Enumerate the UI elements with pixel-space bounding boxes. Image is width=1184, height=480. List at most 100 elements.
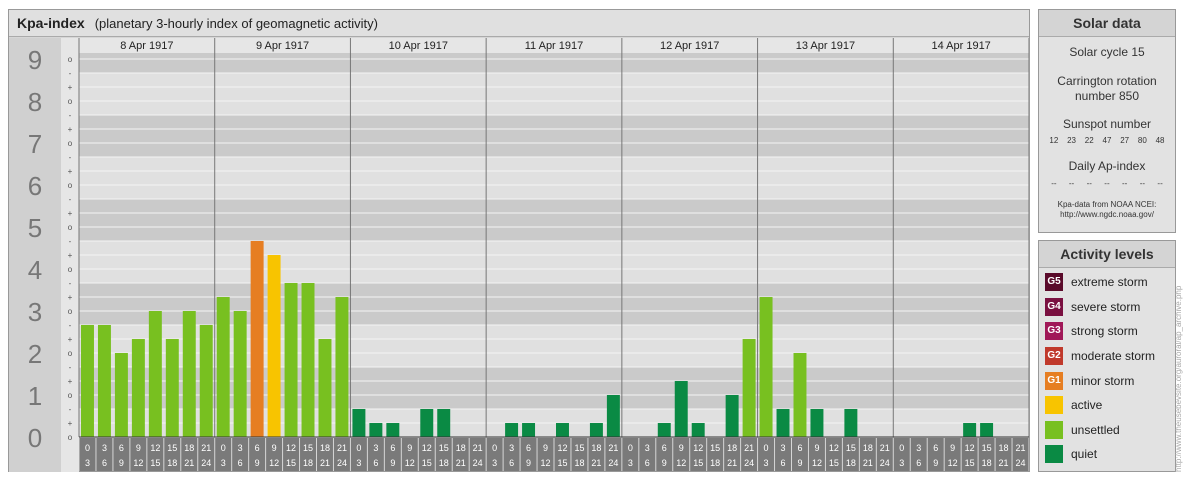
y-minor-label: + <box>68 251 73 260</box>
level-swatch: G1 <box>1045 371 1063 390</box>
kp-bar <box>963 423 977 437</box>
level-label: extreme storm <box>1071 275 1148 290</box>
kp-bar <box>386 423 400 437</box>
time-slot-end: 18 <box>846 458 856 468</box>
time-slot-start: 21 <box>608 443 618 453</box>
time-slot-start: 9 <box>950 443 955 453</box>
kp-bar <box>742 339 756 437</box>
level-swatch: G4 <box>1045 297 1063 316</box>
level-swatch <box>1045 420 1063 439</box>
time-slot-end: 3 <box>221 458 226 468</box>
ap-value: -- <box>1051 179 1057 188</box>
ap-value: -- <box>1139 179 1146 188</box>
kp-bar <box>606 395 620 437</box>
activity-level-minor-storm: G1 minor storm <box>1039 368 1175 393</box>
time-slot-end: 9 <box>662 458 667 468</box>
sunspot-value: 22 <box>1084 136 1094 145</box>
day-label: 11 Apr 1917 <box>525 40 584 52</box>
time-slot-end: 21 <box>999 458 1009 468</box>
source-label: Kpa-data from NOAA NCEI: <box>1057 200 1157 209</box>
level-swatch <box>1045 445 1063 464</box>
time-slot-end: 15 <box>829 458 839 468</box>
time-slot-end: 24 <box>880 458 890 468</box>
sunspot-value: 12 <box>1049 136 1059 145</box>
time-slot-end: 18 <box>439 458 449 468</box>
sunspot-value: 80 <box>1137 136 1147 145</box>
time-slot-end: 9 <box>255 458 260 468</box>
ap-value: -- <box>1157 179 1163 188</box>
time-slot-end: 21 <box>863 458 873 468</box>
day-label: 14 Apr 1917 <box>931 40 990 52</box>
time-slot-end: 24 <box>1016 458 1026 468</box>
kp-band <box>79 53 1029 73</box>
time-slot-start: 3 <box>781 443 786 453</box>
time-slot-start: 3 <box>102 443 107 453</box>
kp-bar <box>114 353 128 437</box>
solar-data-title: Solar data <box>1039 10 1175 37</box>
y-minor-label: o <box>68 55 73 64</box>
y-minor-label: o <box>68 223 73 232</box>
level-label: quiet <box>1071 447 1098 462</box>
y-tick-label: 2 <box>28 339 42 369</box>
kp-bar <box>505 423 519 437</box>
kp-bar <box>810 408 824 437</box>
y-minor-label: + <box>68 335 73 344</box>
y-tick-label: 4 <box>28 255 42 285</box>
day-label: 9 Apr 1917 <box>256 40 309 52</box>
time-slot-start: 21 <box>201 443 211 453</box>
time-slot-start: 0 <box>85 443 90 453</box>
time-slot-start: 9 <box>679 443 684 453</box>
level-swatch: G3 <box>1045 322 1063 341</box>
day-label: 12 Apr 1917 <box>660 40 719 52</box>
carrington-number: number 850 <box>1074 89 1140 103</box>
time-slot-end: 12 <box>676 458 686 468</box>
time-slot-end: 12 <box>269 458 279 468</box>
time-slot-start: 15 <box>574 443 584 453</box>
sunspot-value: 27 <box>1120 136 1130 145</box>
time-slot-start: 12 <box>422 443 432 453</box>
y-tick-label: 7 <box>28 129 42 159</box>
y-minor-label: + <box>68 83 73 92</box>
ap-value: -- <box>1122 179 1128 188</box>
kp-bar <box>776 408 790 437</box>
time-slot-start: 12 <box>693 443 703 453</box>
time-slot-end: 12 <box>948 458 958 468</box>
time-slot-end: 9 <box>390 458 395 468</box>
y-minor-label: + <box>68 377 73 386</box>
time-slot-end: 21 <box>727 458 737 468</box>
time-slot-start: 12 <box>965 443 975 453</box>
time-slot-start: 0 <box>628 443 633 453</box>
y-tick-label: 6 <box>28 171 42 201</box>
time-slot-end: 21 <box>320 458 330 468</box>
time-slot-end: 6 <box>916 458 921 468</box>
time-slot-end: 24 <box>744 458 754 468</box>
level-swatch: G5 <box>1045 273 1063 292</box>
level-label: active <box>1071 398 1103 413</box>
time-slot-end: 6 <box>645 458 650 468</box>
y-tick-label: 3 <box>28 297 42 327</box>
time-slot-start: 18 <box>863 443 873 453</box>
time-slot-start: 0 <box>356 443 361 453</box>
time-slot-start: 21 <box>473 443 483 453</box>
kp-bar <box>335 297 349 437</box>
time-slot-end: 3 <box>356 458 361 468</box>
y-tick-label: 5 <box>28 213 42 243</box>
y-minor-label: o <box>68 391 73 400</box>
time-slot-start: 6 <box>255 443 260 453</box>
time-slot-start: 0 <box>764 443 769 453</box>
kp-bar <box>759 297 773 437</box>
kp-band <box>79 198 1029 241</box>
time-slot-start: 9 <box>814 443 819 453</box>
sunspot-value: 48 <box>1155 136 1165 145</box>
sunspot-label: Sunspot number <box>1062 117 1152 131</box>
time-slot-start: 15 <box>303 443 313 453</box>
level-label: moderate storm <box>1071 349 1156 364</box>
kp-bar <box>284 282 298 437</box>
y-minor-label: - <box>69 69 72 78</box>
time-slot-end: 3 <box>628 458 633 468</box>
time-slot-start: 21 <box>1016 443 1026 453</box>
y-minor-label: o <box>68 265 73 274</box>
y-minor-label: - <box>69 195 72 204</box>
kpa-chart-panel: Kpa-index (planetary 3-hourly index of g… <box>8 9 1030 472</box>
chart-title: Kpa-index <box>17 15 85 31</box>
